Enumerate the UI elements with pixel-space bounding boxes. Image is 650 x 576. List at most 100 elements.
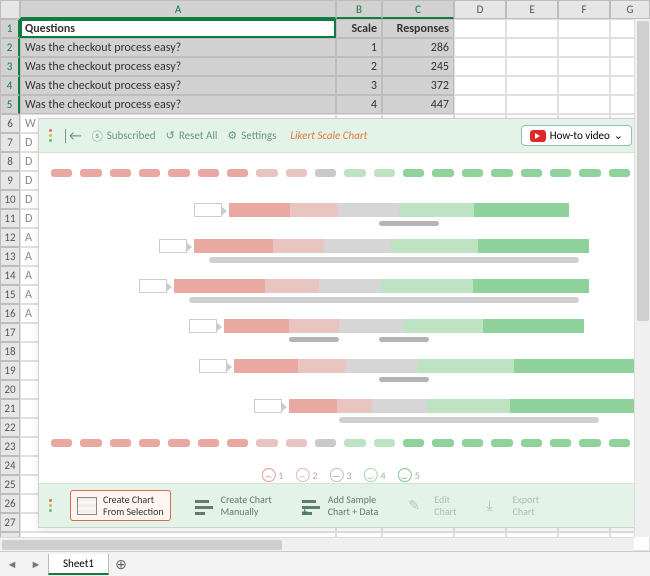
sheet-tab[interactable]: Sheet1 xyxy=(48,554,109,575)
settings-button[interactable]: ⚙Settings xyxy=(227,129,276,142)
row-header-11[interactable]: 11 xyxy=(0,209,20,228)
chart-label-box xyxy=(254,399,282,413)
col-header-E[interactable]: E xyxy=(506,0,558,19)
cell-F3[interactable] xyxy=(558,57,610,76)
row-header-9[interactable]: 9 xyxy=(0,171,20,190)
tab-nav-prev[interactable]: ◄ xyxy=(0,558,24,571)
cell-E3[interactable] xyxy=(506,57,558,76)
sheet-tab-bar: ◄ ► Sheet1 ⊕ xyxy=(0,551,650,576)
row-header-7[interactable]: 7 xyxy=(0,133,20,152)
cell-B4[interactable]: 3 xyxy=(336,76,382,95)
row-header-6[interactable]: 6 xyxy=(0,114,20,133)
cell-D1[interactable] xyxy=(454,19,506,38)
col-header-C[interactable]: C xyxy=(382,0,454,19)
cell-C2[interactable]: 286 xyxy=(382,38,454,57)
row-header-16[interactable]: 16 xyxy=(0,304,20,323)
howto-video-button[interactable]: How-to video ⌄ xyxy=(521,125,632,146)
col-header-F[interactable]: F xyxy=(558,0,610,19)
legend-label-4: 4 xyxy=(381,469,386,482)
dollar-icon: ⓢ xyxy=(92,128,103,144)
create-chart-from-selection-button[interactable]: Create ChartFrom Selection xyxy=(70,490,171,521)
row-header-4[interactable]: 4 xyxy=(0,76,20,95)
cell-A3[interactable]: Was the checkout process easy? xyxy=(20,57,336,76)
drag-handle-icon[interactable] xyxy=(49,499,52,512)
cell-C1[interactable]: Responses xyxy=(382,19,454,38)
row-header-23[interactable]: 23 xyxy=(0,437,20,456)
cell-E5[interactable] xyxy=(506,95,558,114)
row-header-3[interactable]: 3 xyxy=(0,57,20,76)
col-header-A[interactable]: A xyxy=(20,0,336,19)
reset-button[interactable]: ↺Reset All xyxy=(166,129,218,142)
cell-D5[interactable] xyxy=(454,95,506,114)
export-chart-button: ExportChart xyxy=(481,491,546,520)
chart-label-box xyxy=(189,319,217,333)
row-header-10[interactable]: 10 xyxy=(0,190,20,209)
back-arrow-icon[interactable]: │← xyxy=(62,127,82,144)
chart-label-box xyxy=(194,203,222,217)
row-header-2[interactable]: 2 xyxy=(0,38,20,57)
row-header-15[interactable]: 15 xyxy=(0,285,20,304)
row-header-8[interactable]: 8 xyxy=(0,152,20,171)
cell-E1[interactable] xyxy=(506,19,558,38)
cell-C5[interactable]: 447 xyxy=(382,95,454,114)
chart-bar-row xyxy=(224,319,584,333)
vertical-scrollbar[interactable] xyxy=(634,19,650,537)
reset-label: Reset All xyxy=(179,129,218,142)
row-header-13[interactable]: 13 xyxy=(0,247,20,266)
cell-C4[interactable]: 372 xyxy=(382,76,454,95)
chart-label-box xyxy=(139,279,167,293)
row-header-12[interactable]: 12 xyxy=(0,228,20,247)
row-header-17[interactable]: 17 xyxy=(0,323,20,342)
subscribed-label: Subscribed xyxy=(107,129,156,142)
scrollbar-thumb[interactable] xyxy=(2,540,282,550)
row-header-14[interactable]: 14 xyxy=(0,266,20,285)
row-header-26[interactable]: 26 xyxy=(0,494,20,513)
row-header-24[interactable]: 24 xyxy=(0,456,20,475)
cell-B5[interactable]: 4 xyxy=(336,95,382,114)
select-all-corner[interactable] xyxy=(0,0,20,19)
row-header-19[interactable]: 19 xyxy=(0,361,20,380)
row-header-1[interactable]: 1 xyxy=(0,19,20,38)
cell-F5[interactable] xyxy=(558,95,610,114)
cell-D4[interactable] xyxy=(454,76,506,95)
cell-E4[interactable] xyxy=(506,76,558,95)
tab-nav-next[interactable]: ► xyxy=(24,558,48,571)
btn-label: Chart xyxy=(513,506,540,518)
row-header-25[interactable]: 25 xyxy=(0,475,20,494)
cell-B3[interactable]: 2 xyxy=(336,57,382,76)
row-header-27[interactable]: 27 xyxy=(0,513,20,532)
chart-subbar xyxy=(339,417,599,423)
col-header-B[interactable]: B xyxy=(336,0,382,19)
cell-E2[interactable] xyxy=(506,38,558,57)
add-sheet-button[interactable]: ⊕ xyxy=(109,552,133,576)
horizontal-scrollbar[interactable] xyxy=(0,537,634,551)
row-header-18[interactable]: 18 xyxy=(0,342,20,361)
cell-F2[interactable] xyxy=(558,38,610,57)
legend-face-1: 1 xyxy=(261,468,283,482)
cell-C3[interactable]: 245 xyxy=(382,57,454,76)
row-header-21[interactable]: 21 xyxy=(0,399,20,418)
add-sample-chart-button[interactable]: Add SampleChart + Data xyxy=(296,491,385,520)
cell-D3[interactable] xyxy=(454,57,506,76)
row-header-20[interactable]: 20 xyxy=(0,380,20,399)
cell-A1[interactable]: Questions xyxy=(20,19,336,38)
chart-dash-bottom xyxy=(51,439,630,447)
cell-B1[interactable]: Scale xyxy=(336,19,382,38)
create-chart-manually-button[interactable]: Create ChartManually xyxy=(189,491,278,520)
cell-D2[interactable] xyxy=(454,38,506,57)
likert-addin-panel: │← ⓢSubscribed ↺Reset All ⚙Settings Like… xyxy=(38,118,643,528)
subscribed-status[interactable]: ⓢ Subscribed xyxy=(92,128,156,144)
col-header-D[interactable]: D xyxy=(454,0,506,19)
cell-A2[interactable]: Was the checkout process easy? xyxy=(20,38,336,57)
cell-B2[interactable]: 1 xyxy=(336,38,382,57)
drag-handle-icon[interactable] xyxy=(49,129,52,142)
col-header-G[interactable]: G xyxy=(610,0,650,19)
cell-A5[interactable]: Was the checkout process easy? xyxy=(20,95,336,114)
cell-A4[interactable]: Was the checkout process easy? xyxy=(20,76,336,95)
row-header-22[interactable]: 22 xyxy=(0,418,20,437)
row-header-5[interactable]: 5 xyxy=(0,95,20,114)
cell-F4[interactable] xyxy=(558,76,610,95)
export-icon xyxy=(487,497,507,515)
cell-F1[interactable] xyxy=(558,19,610,38)
scrollbar-thumb[interactable] xyxy=(637,21,649,321)
